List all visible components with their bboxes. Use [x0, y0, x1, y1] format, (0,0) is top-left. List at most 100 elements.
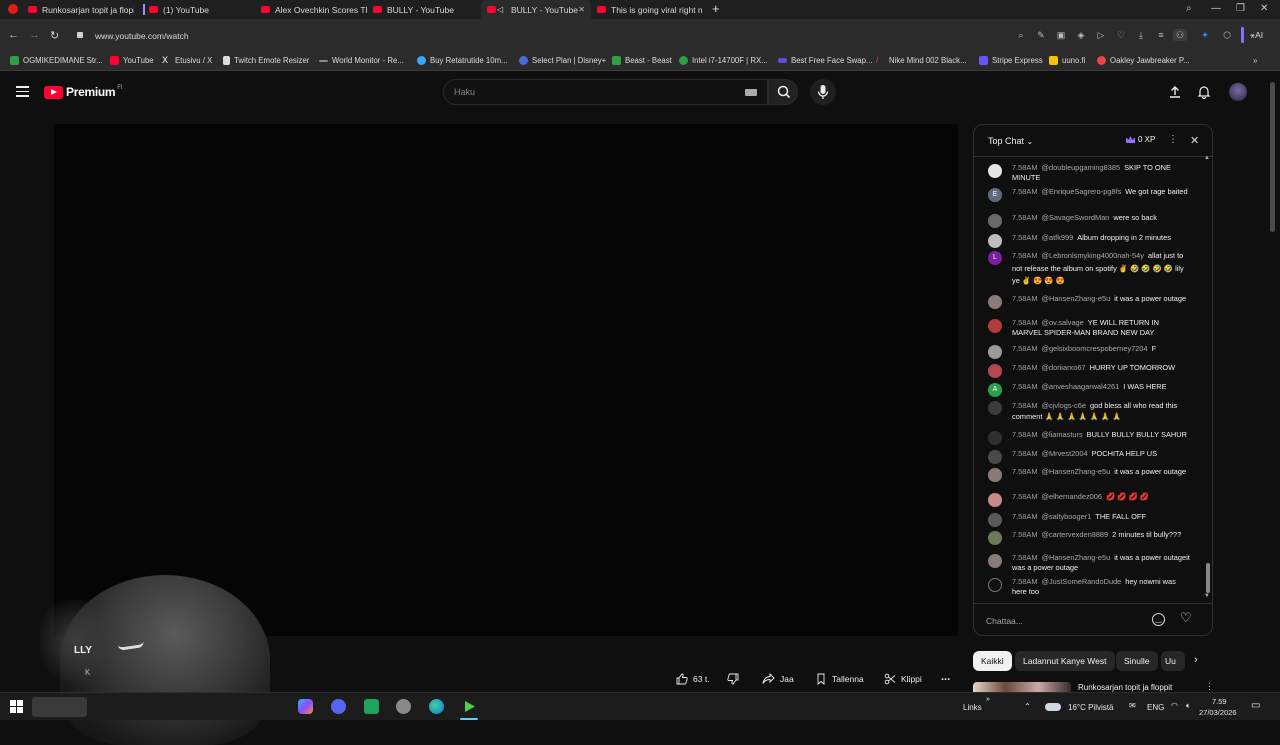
bookmark-item[interactable]: Intel i7-14700F | RX... — [679, 56, 768, 65]
search-button[interactable] — [768, 79, 798, 105]
chat-more-icon[interactable]: ⋮ — [1168, 134, 1178, 145]
page-scrollbar-thumb[interactable] — [1270, 82, 1275, 232]
bookmark-item[interactable]: World Monitor - Re... — [319, 56, 404, 65]
taskbar-links[interactable]: Links — [963, 703, 982, 712]
close-window-icon[interactable]: ✕ — [1260, 3, 1268, 14]
shield-icon[interactable]: ◈ — [1075, 29, 1087, 41]
chat-scroll-down-icon[interactable]: ▼ — [1204, 593, 1210, 599]
minimize-icon[interactable]: — — [1211, 3, 1221, 14]
chat-scroll-up-icon[interactable]: ▲ — [1204, 155, 1210, 161]
voice-search-button[interactable] — [810, 79, 836, 105]
xp-badge[interactable]: 0 XP — [1126, 135, 1155, 144]
wallet-icon[interactable]: ▣ — [1055, 29, 1067, 41]
chip-all[interactable]: Kaikki — [973, 651, 1012, 671]
discord-icon[interactable] — [331, 699, 346, 714]
bookmark-item[interactable]: Twitch Emote Resizer — [223, 56, 309, 65]
recommendation-more-icon[interactable]: ⋮ — [1205, 681, 1214, 692]
chat-scrollbar[interactable] — [1206, 563, 1210, 593]
hamburger-menu-icon[interactable] — [16, 86, 29, 97]
bookmark-item[interactable]: Select Plan | Disney+ — [519, 56, 606, 65]
tab-bully-1[interactable]: BULLY - YouTube — [367, 0, 479, 19]
menu-list-icon[interactable]: ≡ — [1155, 29, 1167, 41]
back-icon[interactable]: ← — [8, 29, 19, 41]
edge-browser-icon[interactable] — [429, 699, 444, 714]
speaker-icon[interactable]: ◁ — [497, 5, 503, 14]
new-tab-button[interactable]: + — [712, 1, 720, 16]
emoji-icon[interactable]: ‿ — [1152, 613, 1165, 626]
clip-button[interactable]: Klippi — [884, 669, 922, 689]
ai-assistant-button[interactable]: ⚹AI — [1250, 30, 1263, 41]
sidebar-toggle-icon[interactable] — [1241, 27, 1244, 43]
profile-icon[interactable]: ⚇ — [1173, 29, 1187, 41]
tab-runkosarjan[interactable]: Runkosarjan topit ja flopit — [22, 0, 134, 19]
youtube-premium-logo[interactable]: Premium FI — [44, 85, 123, 99]
tray-expand-icon[interactable]: ⌃ — [1024, 702, 1031, 711]
wifi-icon[interactable]: ◠ — [1171, 701, 1178, 710]
taskbar-search-box[interactable] — [32, 697, 87, 717]
share-button[interactable]: Jaa — [762, 669, 794, 689]
chip-kanye[interactable]: Ladannut Kanye West — [1015, 651, 1115, 671]
notifications-bell-icon[interactable] — [1197, 85, 1211, 99]
close-chat-icon[interactable]: ✕ — [1190, 134, 1199, 147]
language-indicator[interactable]: ENG — [1147, 703, 1164, 712]
download-icon[interactable]: ⤓ — [1135, 29, 1147, 41]
clock-time[interactable]: 7.59 — [1212, 697, 1227, 706]
search-tabs-icon[interactable]: ⌕ — [1186, 3, 1192, 14]
tab-bully-active[interactable]: ◁ BULLY - YouTube ✕ — [481, 0, 591, 19]
recommendation-thumbnail[interactable] — [973, 682, 1071, 692]
tab-ovechkin[interactable]: Alex Ovechkin Scores Thre — [255, 0, 367, 19]
weather-text[interactable]: 16°C Pilvistä — [1068, 703, 1113, 712]
tab-viral[interactable]: This is going viral right no — [591, 0, 703, 19]
keyboard-icon[interactable] — [745, 89, 757, 96]
save-button[interactable]: Tallenna — [815, 669, 864, 689]
browser-menu-icon[interactable] — [8, 4, 18, 14]
bookmark-item[interactable]: X Etusivu / X — [162, 56, 212, 66]
bookmark-item[interactable]: Stripe Express — [979, 56, 1043, 65]
url-field[interactable]: www.youtube.com/watch — [95, 31, 189, 41]
tab-youtube-home[interactable]: (1) YouTube — [143, 0, 255, 19]
upload-icon[interactable] — [1168, 85, 1182, 99]
clock-date[interactable]: 27/03/2026 — [1199, 708, 1237, 717]
bookmark-item[interactable]: Beast - Beast — [612, 56, 672, 65]
bookmark-item[interactable]: OGMIKEDIMANE Str... — [10, 56, 103, 65]
copilot-icon[interactable] — [298, 699, 313, 714]
windows-start-icon[interactable] — [9, 699, 24, 714]
more-bookmarks-icon[interactable]: » — [1253, 56, 1257, 65]
bookmark-item[interactable]: YouTube — [110, 56, 154, 65]
close-tab-icon[interactable]: ✕ — [578, 5, 585, 14]
links-chevron-icon[interactable]: » — [986, 696, 990, 703]
chip-new[interactable]: Uu — [1161, 651, 1185, 671]
play-icon[interactable]: ▷ — [1095, 29, 1107, 41]
forward-icon[interactable]: → — [29, 29, 40, 41]
spreadsheet-icon[interactable] — [364, 699, 379, 714]
extensions-icon[interactable]: ⬡ — [1221, 29, 1233, 41]
dislike-button[interactable] — [727, 669, 744, 689]
bookmark-item[interactable]: Oakley Jawbreaker P... — [1097, 56, 1190, 65]
bookmark-item[interactable]: Buy Retatrutide 10m... — [417, 56, 508, 65]
more-actions-button[interactable]: ... — [941, 667, 950, 687]
mail-icon[interactable]: ✉ — [1129, 701, 1136, 710]
like-button[interactable]: 63 t. — [676, 669, 710, 689]
avatar[interactable] — [1229, 83, 1247, 101]
heart-reaction-icon[interactable]: ♡ — [1180, 610, 1192, 626]
edit-icon[interactable]: ✎ — [1035, 29, 1047, 41]
terminal-play-icon[interactable] — [462, 699, 477, 714]
chips-next-icon[interactable]: › — [1194, 654, 1198, 666]
chat-mode-dropdown[interactable]: Top Chat ⌄ — [988, 136, 1033, 146]
volume-icon[interactable]: 🔈︎ — [1186, 701, 1191, 711]
bookmark-item[interactable]: / Nike Mind 002 Black... — [876, 56, 967, 66]
recommendation-title[interactable]: Runkosarjan topit ja floppit — [1078, 683, 1172, 692]
chat-input[interactable] — [986, 612, 1176, 630]
chip-for-you[interactable]: Sinulle — [1116, 651, 1158, 671]
lock-icon[interactable] — [77, 32, 83, 38]
heart-icon[interactable]: ♡ — [1115, 29, 1127, 41]
restore-icon[interactable]: ❐ — [1236, 3, 1245, 14]
extension-blue-icon[interactable]: ✦ — [1199, 29, 1211, 41]
reload-icon[interactable]: ↻ — [50, 29, 59, 42]
search-box[interactable] — [443, 79, 768, 105]
page-scrollbar[interactable] — [1266, 72, 1280, 692]
notification-icon[interactable]: ▭ — [1251, 700, 1260, 711]
bookmark-item[interactable]: uuno.fi — [1049, 56, 1085, 65]
settings-gear-icon[interactable] — [396, 699, 411, 714]
zoom-icon[interactable]: ⌕ — [1015, 29, 1027, 41]
